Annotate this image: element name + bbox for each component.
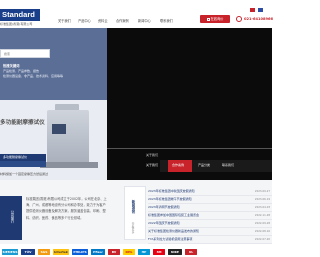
tab-cases[interactable]: 合作案例 xyxy=(172,163,184,167)
nav-contact[interactable]: 联系我们 xyxy=(160,18,173,23)
news-label: 新闻资讯 xyxy=(131,200,135,214)
tab-contact[interactable]: 联系我们 xyxy=(222,163,234,167)
company-name: 标准集团(香港)有限公司 xyxy=(0,22,33,26)
partner-logo[interactable]: Intertek xyxy=(53,249,69,255)
news-item[interactable]: 关于标准集团检测仪器新品发布的通知 2022-08-16 xyxy=(148,228,272,236)
banner-video[interactable] xyxy=(107,28,272,180)
product-caption[interactable]: 多功能耐摩擦试仪 xyxy=(0,154,46,161)
news-item[interactable]: 标准集团参加中国国际包装工业展览会 2022-11-28 xyxy=(148,212,272,220)
hot-keywords-line[interactable]: 检测仪器设备、非产品、技术资料、应用等等 xyxy=(3,74,63,78)
partner-logo[interactable]: TÜV xyxy=(21,249,35,255)
news-date: 2023-06-19 xyxy=(254,197,270,201)
news-title: 关于标准集团检测仪器新品发布的通知 xyxy=(148,229,200,233)
nav-news[interactable]: 新闻中心 xyxy=(138,18,151,23)
news-date: 2022-11-28 xyxy=(254,213,270,217)
product-subcaption: 材料施加一个固定摩擦压力然后通过 xyxy=(0,172,49,176)
logo[interactable]: Standard xyxy=(0,9,40,21)
news-title: 2023年清明节放假通知 xyxy=(148,205,180,209)
tab-about[interactable]: 关于我们 xyxy=(146,163,158,167)
banner-divider xyxy=(107,148,272,149)
mail-icon xyxy=(206,17,210,21)
partner-logo[interactable]: DHL xyxy=(123,249,135,255)
nav-resources[interactable]: 资料云 xyxy=(98,18,108,23)
news-item[interactable]: FYA系列拉力试验机使用注意事项 2022-07-20 xyxy=(148,236,272,244)
product-caption-accent xyxy=(0,161,46,167)
tab-categories[interactable]: 产品分类 xyxy=(198,163,210,167)
product-base xyxy=(40,162,98,168)
nav-about[interactable]: 关于我们 xyxy=(58,18,71,23)
product-image xyxy=(47,110,89,165)
search-bar xyxy=(0,49,50,58)
phone-number: 021-64108966 xyxy=(244,16,273,21)
inquiry-label: 在线询价 xyxy=(210,17,224,21)
news-item[interactable]: 2023年标准集团端午节放假通知 2023-06-19 xyxy=(148,196,272,204)
banner-label: 关于我们 xyxy=(146,153,159,157)
partner-logo[interactable]: 3M xyxy=(153,249,165,255)
news-title: 2023年标准集团中秋国庆放假通知 xyxy=(148,189,195,193)
about-text: 标准集团(香港)有限公司成立于2002年，公司在北京、上海、广州、成都等地设有分… xyxy=(26,197,107,220)
search-input[interactable] xyxy=(1,50,49,57)
inquiry-button[interactable]: 在线询价 xyxy=(200,15,230,23)
partner-logo[interactable]: SGS xyxy=(38,249,50,255)
news-title: 2023年标准集团端午节放假通知 xyxy=(148,197,192,201)
partner-logo[interactable]: UL xyxy=(185,249,197,255)
news-date: 2023-04-03 xyxy=(254,205,270,209)
header xyxy=(0,0,272,28)
news-title: 标准集团参加中国国际包装工业展览会 xyxy=(148,213,200,217)
flag-cn-icon[interactable] xyxy=(250,8,255,12)
partner-logo[interactable]: BV xyxy=(108,249,120,255)
partner-logo[interactable]: SIEMENS xyxy=(2,249,18,255)
news-title: 2022年国庆节放假通知 xyxy=(148,221,180,225)
news-title: FYA系列拉力试验机使用注意事项 xyxy=(148,237,193,241)
hot-keywords-title: 热搜关键词 xyxy=(3,64,20,68)
news-date: 2022-08-16 xyxy=(254,229,270,233)
news-date: 2022-07-20 xyxy=(254,237,270,241)
partner-logo[interactable]: Pfizer xyxy=(91,249,105,255)
partner-logo[interactable]: PHILIPS xyxy=(72,249,88,255)
partner-logo[interactable]: HP xyxy=(138,249,150,255)
nav-products[interactable]: 产品中心 xyxy=(78,18,91,23)
about-label: 公司简介 xyxy=(10,210,14,224)
phone-icon xyxy=(236,16,242,22)
news-item[interactable]: 2023年清明节放假通知 2023-04-03 xyxy=(148,204,272,212)
news-item[interactable]: 2023年标准集团中秋国庆放假通知 2023-09-27 xyxy=(148,188,272,196)
news-item[interactable]: 2022年国庆节放假通知 2022-09-28 xyxy=(148,220,272,228)
product-title: 多功能耐摩擦试仪 xyxy=(0,120,45,126)
flag-en-icon[interactable] xyxy=(258,8,263,12)
hot-keywords-line[interactable]: 产品检测、产品参数、报告 xyxy=(3,69,39,73)
product-screen xyxy=(52,124,66,134)
nav-cases[interactable]: 合作案例 xyxy=(116,18,129,23)
news-date: 2022-09-28 xyxy=(254,221,270,225)
news-date: 2023-09-27 xyxy=(254,189,270,193)
partner-logo[interactable]: NIKE xyxy=(168,249,182,255)
news-more-link[interactable]: 查看更多 xyxy=(131,222,135,233)
